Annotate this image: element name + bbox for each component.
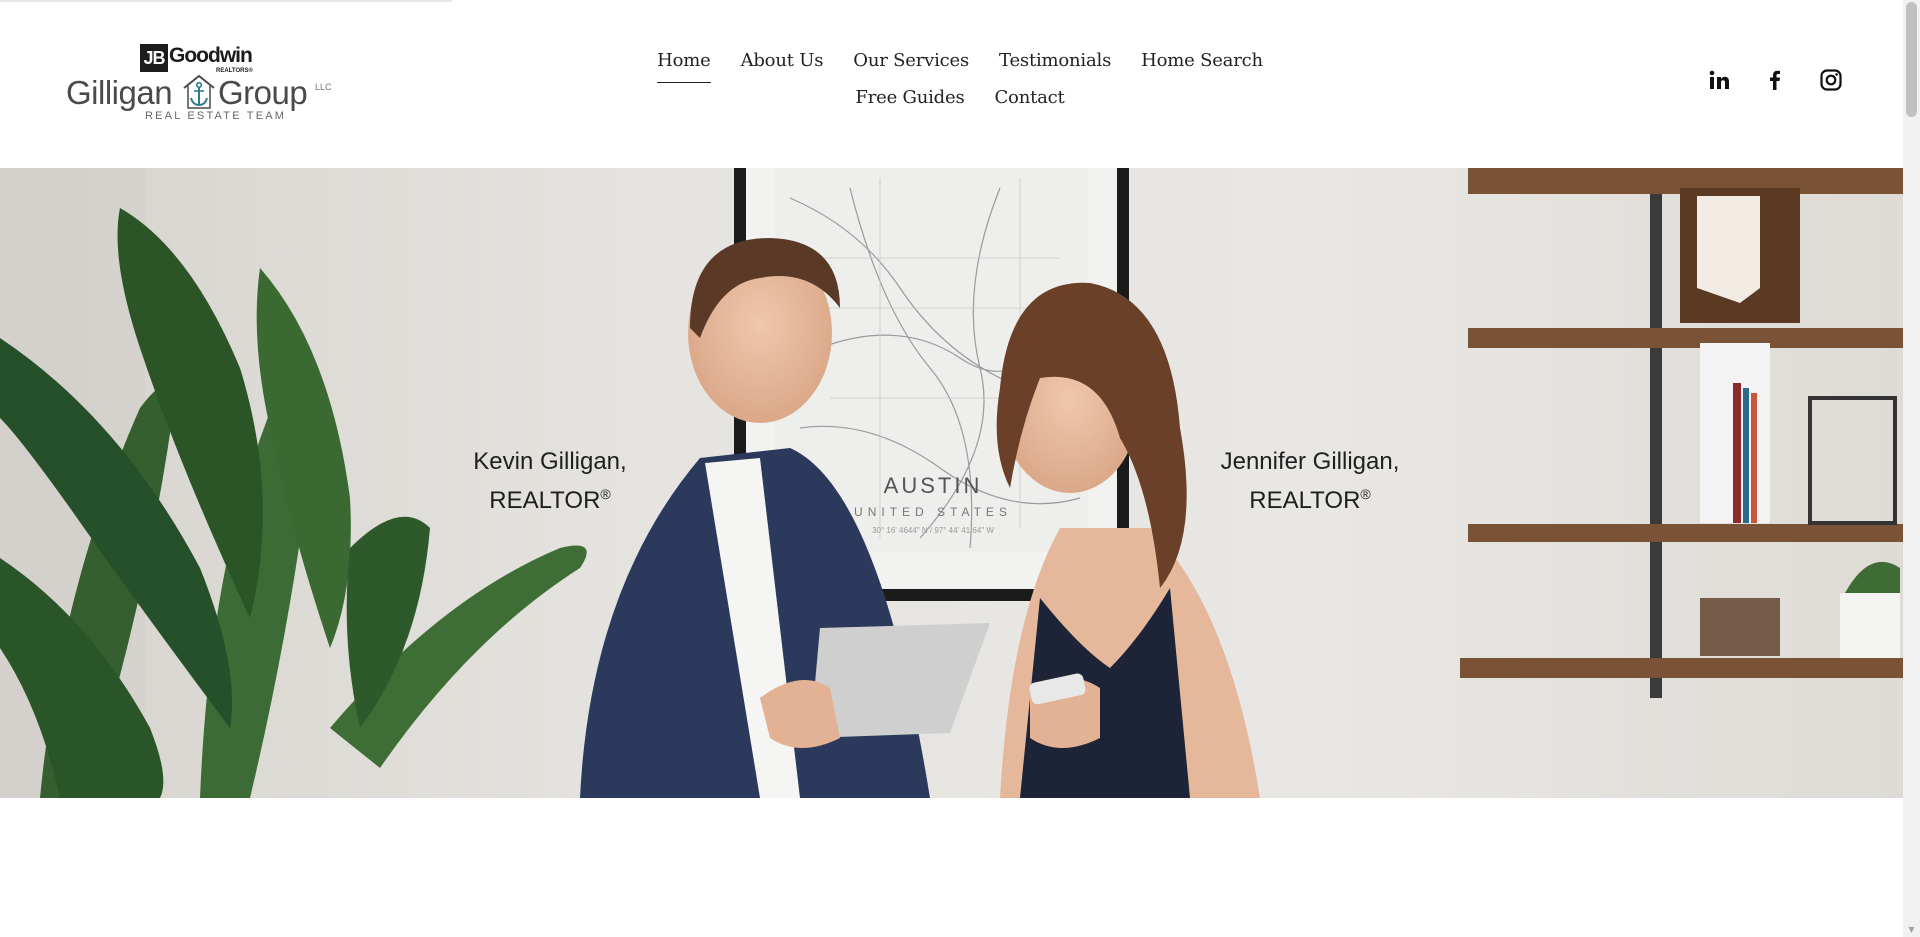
nav-contact[interactable]: Contact [994,87,1064,124]
map-coords-label: 30° 16' 4644" N / 97° 44' 41.64" W [872,526,994,535]
logo-llc: LLC [315,82,332,92]
scroll-down-arrow-icon[interactable]: ▼ [1906,925,1917,935]
logo-group: Group [218,74,308,111]
hero-photo: AUSTIN UNITED STATES 30° 16' 4644" N / 9… [0,168,1903,798]
vertical-scrollbar[interactable] [1903,0,1920,937]
scrollbar-thumb[interactable] [1906,2,1917,117]
nav-testimonials[interactable]: Testimonials [999,50,1111,87]
facebook-icon[interactable] [1763,68,1787,92]
anchor-house-icon [183,74,215,109]
main-nav: Home About Us Our Services Testimonials … [657,50,1263,124]
kevin-name: Kevin Gilligan, [473,448,627,475]
nav-row-secondary: Free Guides Contact [660,87,1260,124]
jennifer-title: REALTOR® [1249,486,1371,514]
logo-jb-mark: JB [140,44,168,72]
jennifer-name: Jennifer Gilligan, [1220,448,1400,475]
instagram-icon[interactable] [1819,68,1843,92]
nav-our-services[interactable]: Our Services [853,50,969,87]
map-country-label: UNITED STATES [854,505,1012,519]
map-city-label: AUSTIN [884,473,983,498]
jennifer-caption: Jennifer Gilligan, REALTOR® [1210,446,1410,517]
logo-goodwin: Goodwin [169,44,253,67]
page: JB Goodwin REALTORS® Gilligan Group LLC … [0,0,1903,937]
nav-home[interactable]: Home [657,50,712,87]
site-header: JB Goodwin REALTORS® Gilligan Group LLC … [0,0,1903,168]
nav-home-search[interactable]: Home Search [1141,50,1263,87]
nav-about-us[interactable]: About Us [741,50,824,87]
nav-row-primary: Home About Us Our Services Testimonials … [657,50,1263,87]
site-logo[interactable]: JB Goodwin REALTORS® Gilligan Group LLC … [66,42,336,126]
kevin-title: REALTOR® [489,486,611,514]
linkedin-icon[interactable] [1707,68,1731,92]
hero-banner: AUSTIN UNITED STATES 30° 16' 4644" N / 9… [0,168,1903,798]
logo-tagline: REAL ESTATE TEAM [145,110,287,122]
nav-free-guides[interactable]: Free Guides [855,87,964,124]
logo-gilligan: Gilligan [66,74,173,111]
kevin-caption: Kevin Gilligan, REALTOR® [455,446,645,517]
